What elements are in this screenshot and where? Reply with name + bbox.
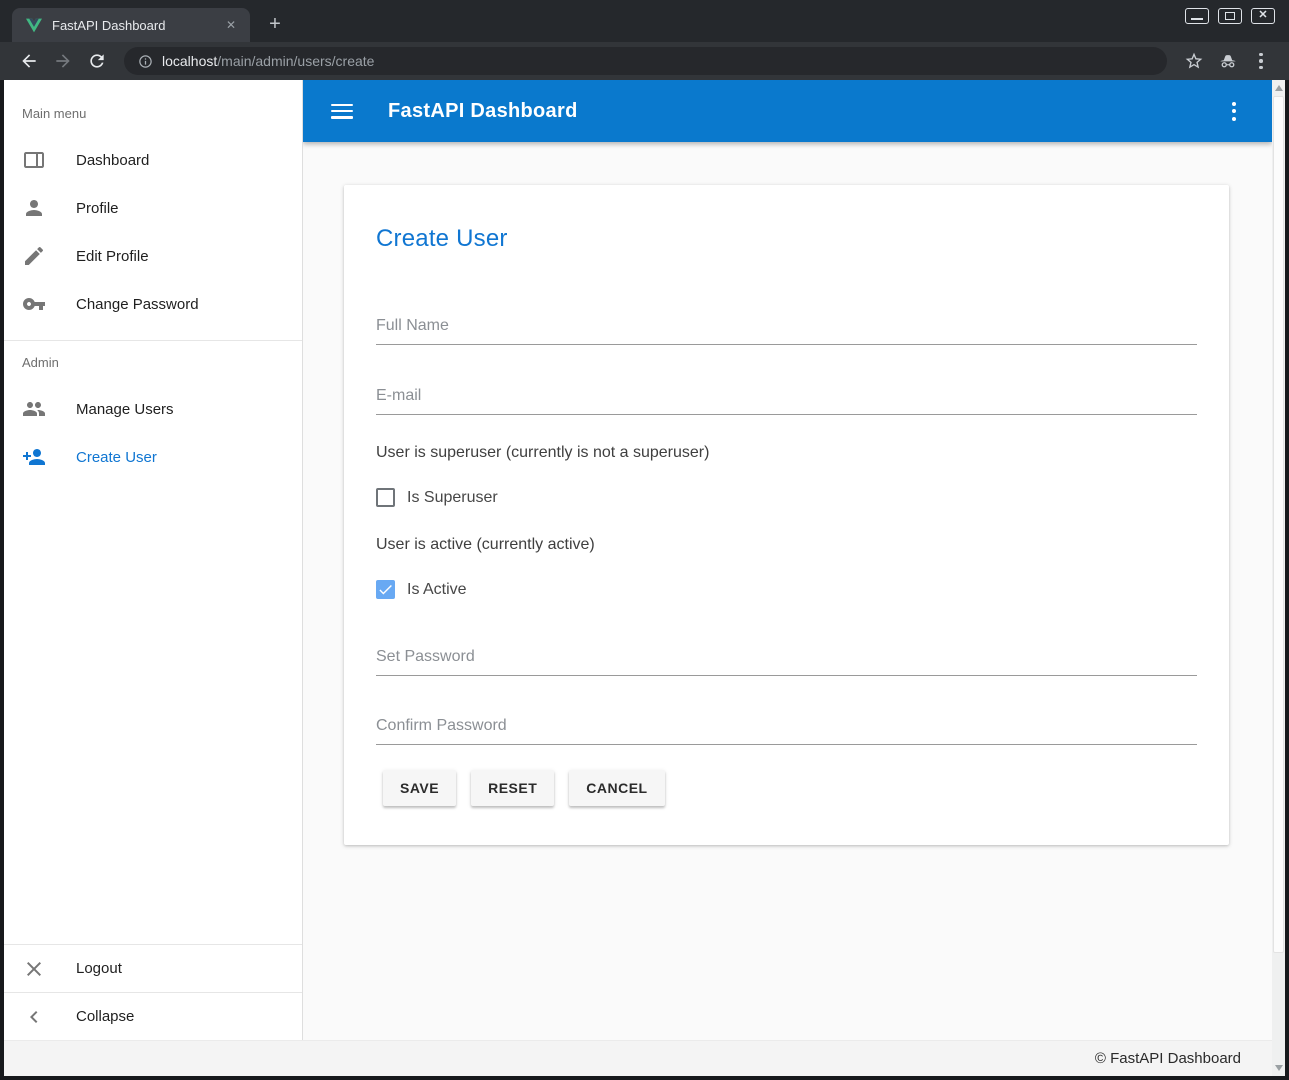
- superuser-checkbox-row[interactable]: Is Superuser: [376, 488, 1197, 507]
- incognito-icon: [1218, 51, 1238, 71]
- person-add-icon: [22, 445, 46, 469]
- sidebar-section-main-menu: Main menu: [4, 104, 302, 124]
- forward-button[interactable]: [51, 49, 75, 73]
- sidebar-item-label: Logout: [76, 960, 122, 977]
- reload-icon: [87, 51, 107, 71]
- email-field: [376, 387, 1197, 415]
- browser-titlebar: FastAPI Dashboard ✕ + ✕: [0, 0, 1289, 42]
- superuser-note: User is superuser (currently is not a su…: [376, 444, 1197, 462]
- appbar-menu-button[interactable]: [1224, 98, 1244, 125]
- active-note: User is active (currently active): [376, 536, 1197, 554]
- confirm-password-input[interactable]: [376, 717, 1197, 745]
- sidebar-item-collapse[interactable]: Collapse: [4, 992, 302, 1040]
- tab-close-icon[interactable]: ✕: [222, 16, 240, 34]
- copyright-text: © FastAPI Dashboard: [1095, 1050, 1241, 1067]
- close-icon: [22, 957, 46, 981]
- form-actions: SAVE RESET CANCEL: [376, 770, 1197, 806]
- sidebar-item-label: Profile: [76, 200, 119, 217]
- sidebar-section-admin: Admin: [4, 353, 302, 373]
- appbar: FastAPI Dashboard: [303, 80, 1272, 142]
- browser-toolbar: localhost/main/admin/users/create: [0, 42, 1289, 80]
- back-arrow-icon: [19, 51, 39, 71]
- email-input[interactable]: [376, 387, 1197, 415]
- kebab-menu-icon: [1232, 102, 1236, 106]
- appbar-title: FastAPI Dashboard: [388, 100, 578, 123]
- sidebar-item-label: Collapse: [76, 1008, 134, 1025]
- page-scrollbar[interactable]: [1272, 80, 1285, 1076]
- key-icon: [22, 292, 46, 316]
- full-name-input[interactable]: [376, 317, 1197, 345]
- scroll-up-icon[interactable]: [1275, 85, 1283, 91]
- full-name-field: [376, 317, 1197, 345]
- active-checkbox-label: Is Active: [407, 581, 467, 599]
- hamburger-icon: [331, 104, 353, 107]
- sidebar-item-edit-profile[interactable]: Edit Profile: [4, 232, 302, 280]
- sidebar-bottom: Logout Collapse: [4, 944, 302, 1040]
- back-button[interactable]: [17, 49, 41, 73]
- sidebar-item-change-password[interactable]: Change Password: [4, 280, 302, 328]
- app-footer: © FastAPI Dashboard: [4, 1040, 1272, 1076]
- window-close-button[interactable]: ✕: [1251, 8, 1275, 24]
- hamburger-menu-button[interactable]: [331, 104, 353, 119]
- sidebar-item-label: Manage Users: [76, 401, 174, 418]
- sidebar-item-label: Edit Profile: [76, 248, 149, 265]
- superuser-checkbox-label: Is Superuser: [407, 489, 498, 507]
- menu-dots-icon: [1259, 53, 1263, 57]
- incognito-indicator: [1216, 49, 1240, 73]
- minimize-icon: [1191, 18, 1203, 20]
- address-bar[interactable]: localhost/main/admin/users/create: [124, 47, 1167, 75]
- main-content: FastAPI Dashboard Create User User is su…: [303, 80, 1272, 1040]
- sidebar: Main menu Dashboard Profile Edit Profile: [4, 80, 303, 1040]
- confirm-password-field: [376, 717, 1197, 745]
- bookmark-button[interactable]: [1182, 49, 1206, 73]
- reset-button[interactable]: RESET: [471, 770, 554, 806]
- forward-arrow-icon: [53, 51, 73, 71]
- sidebar-item-profile[interactable]: Profile: [4, 184, 302, 232]
- window-maximize-button[interactable]: [1218, 8, 1242, 24]
- sidebar-item-dashboard[interactable]: Dashboard: [4, 136, 302, 184]
- checkbox-checked-icon[interactable]: [376, 580, 395, 599]
- dashboard-icon: [22, 148, 46, 172]
- sidebar-item-manage-users[interactable]: Manage Users: [4, 385, 302, 433]
- browser-menu-button[interactable]: [1249, 53, 1273, 70]
- set-password-input[interactable]: [376, 648, 1197, 676]
- page-title: Create User: [376, 225, 1197, 253]
- person-icon: [22, 196, 46, 220]
- sidebar-item-label: Create User: [76, 449, 157, 466]
- checkbox-unchecked-icon[interactable]: [376, 488, 395, 507]
- url-text: localhost/main/admin/users/create: [162, 53, 374, 69]
- sidebar-item-logout[interactable]: Logout: [4, 944, 302, 992]
- reload-button[interactable]: [85, 49, 109, 73]
- vue-logo-icon: [26, 18, 42, 33]
- page-info-icon[interactable]: [138, 54, 153, 69]
- scroll-down-icon[interactable]: [1275, 1065, 1283, 1071]
- scrollbar-thumb[interactable]: [1273, 96, 1284, 953]
- people-icon: [22, 397, 46, 421]
- create-user-card: Create User User is superuser (currently…: [344, 185, 1229, 845]
- star-icon: [1184, 51, 1204, 71]
- new-tab-button[interactable]: +: [262, 12, 288, 38]
- set-password-field: [376, 648, 1197, 676]
- url-path: /main/admin/users/create: [217, 53, 374, 69]
- pencil-icon: [22, 244, 46, 268]
- window-minimize-button[interactable]: [1185, 8, 1209, 24]
- sidebar-item-label: Change Password: [76, 296, 199, 313]
- maximize-icon: [1225, 12, 1235, 20]
- close-icon: ✕: [1252, 9, 1274, 23]
- cancel-button[interactable]: CANCEL: [569, 770, 664, 806]
- sidebar-item-label: Dashboard: [76, 152, 149, 169]
- window-controls: ✕: [1185, 8, 1275, 24]
- browser-tab[interactable]: FastAPI Dashboard ✕: [12, 8, 250, 42]
- url-host: localhost: [162, 53, 217, 69]
- sidebar-item-create-user[interactable]: Create User: [4, 433, 302, 481]
- save-button[interactable]: SAVE: [383, 770, 456, 806]
- tab-title: FastAPI Dashboard: [52, 18, 222, 33]
- chevron-left-icon: [22, 1005, 46, 1029]
- browser-window: FastAPI Dashboard ✕ + ✕ localhost/main/a…: [0, 0, 1289, 1080]
- active-checkbox-row[interactable]: Is Active: [376, 580, 1197, 599]
